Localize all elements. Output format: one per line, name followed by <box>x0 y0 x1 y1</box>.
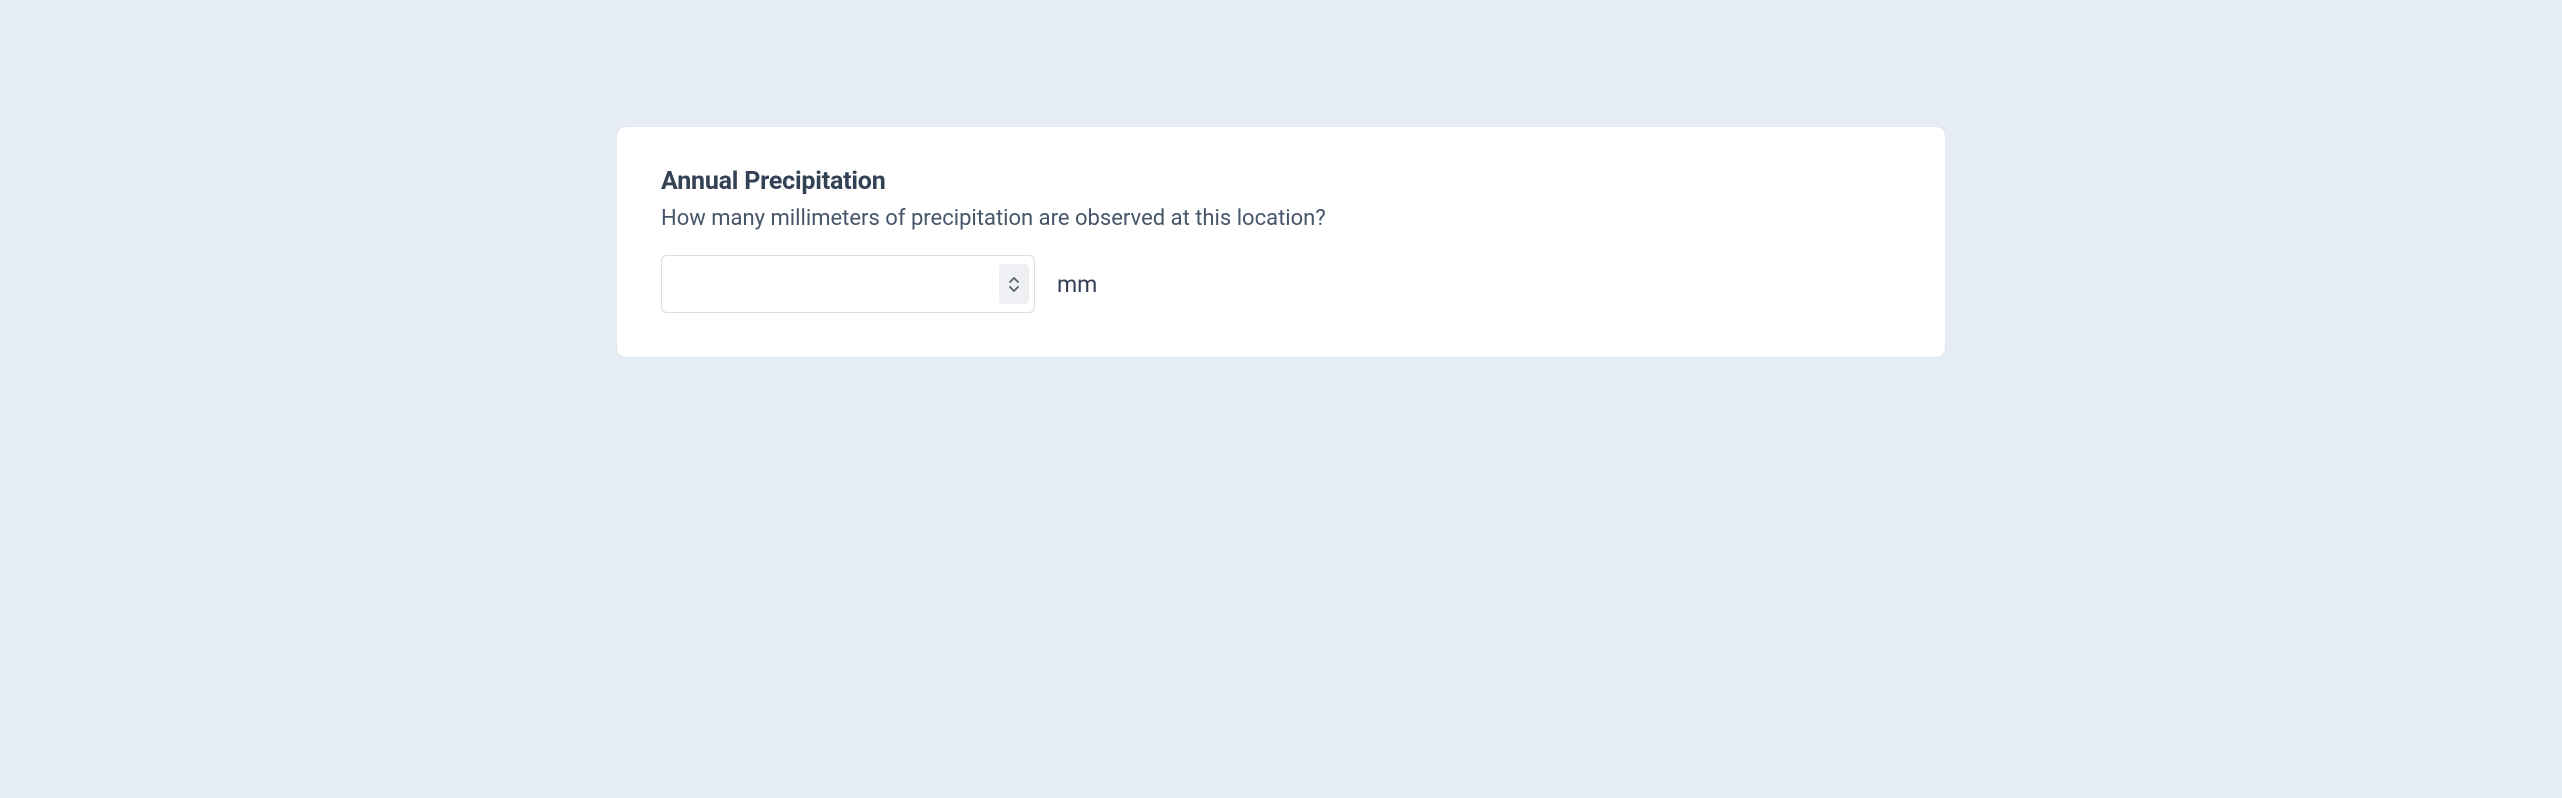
number-stepper[interactable] <box>999 264 1029 304</box>
form-title: Annual Precipitation <box>661 167 1901 196</box>
number-input-wrapper <box>661 255 1035 313</box>
precipitation-input[interactable] <box>661 255 1035 313</box>
chevron-down-icon <box>1008 285 1020 293</box>
form-description: How many millimeters of precipitation ar… <box>661 206 1901 231</box>
form-card: Annual Precipitation How many millimeter… <box>616 126 1946 358</box>
chevron-up-icon <box>1008 276 1020 284</box>
input-row: mm <box>661 255 1901 313</box>
unit-label: mm <box>1057 271 1097 298</box>
